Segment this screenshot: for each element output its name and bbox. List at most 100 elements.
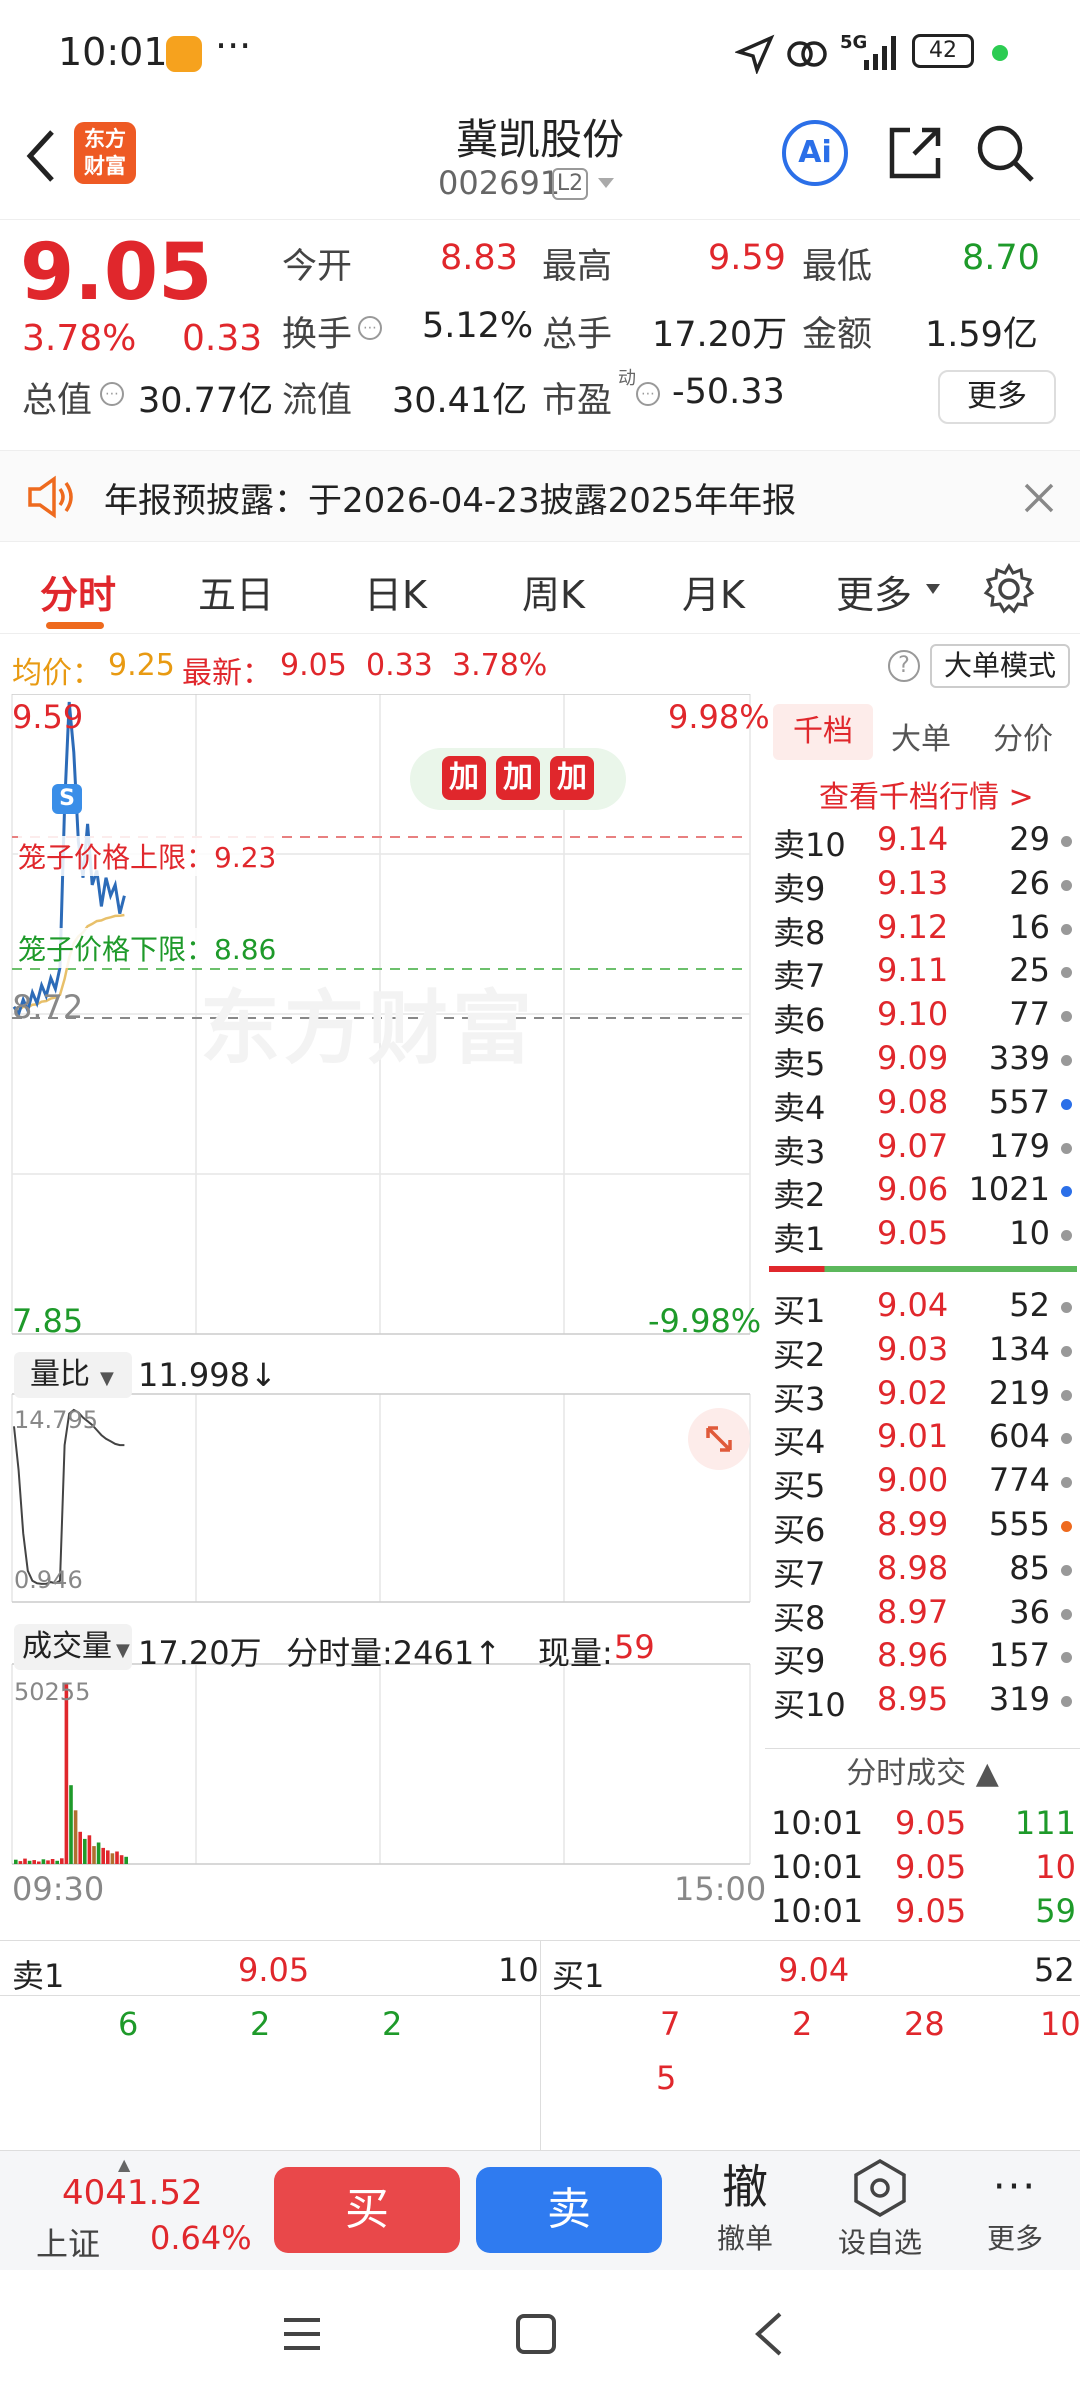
tab-more-dropdown-icon[interactable] [924, 582, 942, 596]
volume-bar [32, 1860, 36, 1864]
level-indicator-dot [1061, 1696, 1072, 1708]
status-time: 10:01 [58, 30, 168, 74]
bid-row[interactable]: 买4 9.01 604 [765, 1417, 1080, 1461]
search-icon[interactable] [974, 122, 1036, 184]
share-icon[interactable] [884, 122, 946, 184]
book-tab-big-order[interactable]: 大单 [891, 714, 951, 758]
queue-buy-item: 5 [656, 2059, 677, 2097]
back-icon[interactable] [20, 126, 60, 186]
trade-time: 10:01 [771, 1892, 864, 1930]
trade-signal-badge[interactable]: S [52, 784, 82, 814]
level-price: 8.99 [877, 1505, 949, 1543]
status-bar: 10:01 ··· 5G 42 [0, 0, 1080, 100]
bid-row[interactable]: 买8 8.97 36 [765, 1593, 1080, 1637]
volume-selector[interactable]: 成交量 ▼ [14, 1624, 132, 1670]
bid-row[interactable]: 买3 9.02 219 [765, 1374, 1080, 1418]
level-label: 买7 [773, 1554, 826, 1593]
bid-row[interactable]: 买6 8.99 555 [765, 1505, 1080, 1549]
ask-row[interactable]: 卖3 9.07 179 [765, 1127, 1080, 1171]
level-indicator-dot [1061, 1230, 1072, 1242]
add-position-badge[interactable]: 加 加 加 [410, 748, 626, 810]
level2-badge[interactable]: L2 [552, 168, 588, 200]
level-volume: 52 [1009, 1286, 1050, 1324]
pe-info-icon[interactable]: ⋯ [636, 382, 660, 406]
volume-ratio-selector[interactable]: 量比 ▼ [14, 1352, 132, 1398]
intraday-chart[interactable]: 东方财富 9.59 9.98% 8.72 笼子价格上限：9.23 笼子价格下限：… [0, 694, 770, 1934]
tab-intraday[interactable]: 分时 [40, 564, 116, 619]
queue-sell-item: 2 [250, 2005, 271, 2043]
ask-row[interactable]: 卖7 9.11 25 [765, 951, 1080, 995]
chart-base-price: 8.72 [12, 988, 84, 1026]
tab-five-day[interactable]: 五日 [198, 564, 274, 619]
add-watchlist-button[interactable]: 设自选 [820, 2157, 940, 2267]
turnover-info-icon[interactable]: ⋯ [358, 316, 382, 340]
tab-monthly-k[interactable]: 月K [682, 564, 745, 619]
tab-weekly-k[interactable]: 周K [522, 564, 585, 619]
volume-bar [41, 1859, 46, 1864]
volume-ratio-max: 14.795 [14, 1406, 98, 1434]
trade-volume: 111 [1014, 1804, 1076, 1842]
signal-icon [864, 36, 896, 70]
ask-row[interactable]: 卖4 9.08 557 [765, 1083, 1080, 1127]
back-nav-icon[interactable] [752, 2310, 786, 2358]
more-quote-button[interactable]: 更多 [938, 370, 1056, 424]
view-thousand-link[interactable]: 查看千档行情 > [819, 772, 1034, 816]
volume-bar [23, 1858, 27, 1864]
level-price: 9.07 [877, 1126, 949, 1165]
ask-row[interactable]: 卖10 9.14 29 [765, 820, 1080, 864]
book-tab-price-dist[interactable]: 分价 [993, 714, 1053, 758]
level-price: 9.00 [877, 1461, 949, 1500]
bid-row[interactable]: 买2 9.03 134 [765, 1330, 1080, 1374]
bid-row[interactable]: 买5 9.00 774 [765, 1461, 1080, 1505]
expand-icon[interactable] [688, 1408, 750, 1470]
menu-icon[interactable] [280, 2312, 324, 2356]
trade-signal-label: S [59, 786, 75, 811]
level-label: 卖1 [773, 1220, 826, 1259]
level-indicator-dot [1061, 1345, 1072, 1357]
buy-button[interactable]: 买 [274, 2167, 460, 2253]
bid-row[interactable]: 买7 8.98 85 [765, 1549, 1080, 1593]
home-icon[interactable] [514, 2312, 558, 2356]
bid-row[interactable]: 买9 8.96 157 [765, 1636, 1080, 1680]
trade-time: 10:01 [771, 1848, 864, 1886]
tab-more[interactable]: 更多 [836, 564, 912, 619]
trades-header[interactable]: 分时成交 ▲ [765, 1748, 1080, 1798]
code-dropdown-icon[interactable] [596, 176, 616, 192]
lower-limit-label: 笼子价格下限：8.86 [18, 928, 277, 968]
avg-price-value: 9.25 [108, 648, 175, 683]
ask-row[interactable]: 卖8 9.12 16 [765, 908, 1080, 952]
big-order-mode-button[interactable]: 大单模式 [930, 644, 1070, 688]
ask-row[interactable]: 卖6 9.10 77 [765, 995, 1080, 1039]
volume-bar [60, 1858, 64, 1864]
help-icon[interactable]: ? [888, 650, 920, 682]
level-indicator-dot [1061, 1142, 1072, 1154]
battery-icon: 42 [912, 34, 974, 68]
book-tab-thousand[interactable]: 千档 [773, 704, 873, 760]
bid-row[interactable]: 买1 9.04 52 [765, 1286, 1080, 1330]
ask-row[interactable]: 卖9 9.13 26 [765, 864, 1080, 908]
level-volume: 179 [988, 1126, 1050, 1165]
ask-row[interactable]: 卖5 9.09 339 [765, 1039, 1080, 1083]
settings-gear-icon[interactable] [982, 562, 1036, 616]
cancel-order-button[interactable]: 撤 撤单 [700, 2157, 790, 2267]
annual-report-notice[interactable]: 年报预披露：于2026-04-23披露2025年年报 [0, 450, 1080, 542]
ask-row[interactable]: 卖2 9.06 1021 [765, 1170, 1080, 1214]
ask-row[interactable]: 卖1 9.05 10 [765, 1214, 1080, 1258]
bid-row[interactable]: 买10 8.95 319 [765, 1680, 1080, 1724]
index-name: 上证 [36, 2225, 101, 2263]
market-cap-info-icon[interactable]: ⋯ [100, 382, 124, 406]
close-icon[interactable] [1022, 481, 1056, 515]
add-watchlist-label: 设自选 [837, 2226, 922, 2259]
tab-daily-k[interactable]: 日K [364, 564, 427, 619]
level-indicator-dot [1061, 1055, 1072, 1066]
sell-button[interactable]: 卖 [476, 2167, 662, 2253]
queue-buy-item: 2 [792, 2005, 813, 2043]
ai-button[interactable]: Ai [782, 120, 848, 186]
level-label: 卖10 [773, 826, 846, 864]
level-volume: 1021 [968, 1170, 1050, 1209]
volume-bar [83, 1838, 87, 1864]
more-actions-button[interactable]: ··· 更多 [960, 2157, 1070, 2267]
level-indicator-dot [1061, 1564, 1072, 1576]
index-widget[interactable]: ▲ 4041.52 上证 0.64% [0, 2151, 260, 2271]
chart-period-tabs: 分时 五日 日K 周K 月K 更多 [0, 542, 1080, 634]
